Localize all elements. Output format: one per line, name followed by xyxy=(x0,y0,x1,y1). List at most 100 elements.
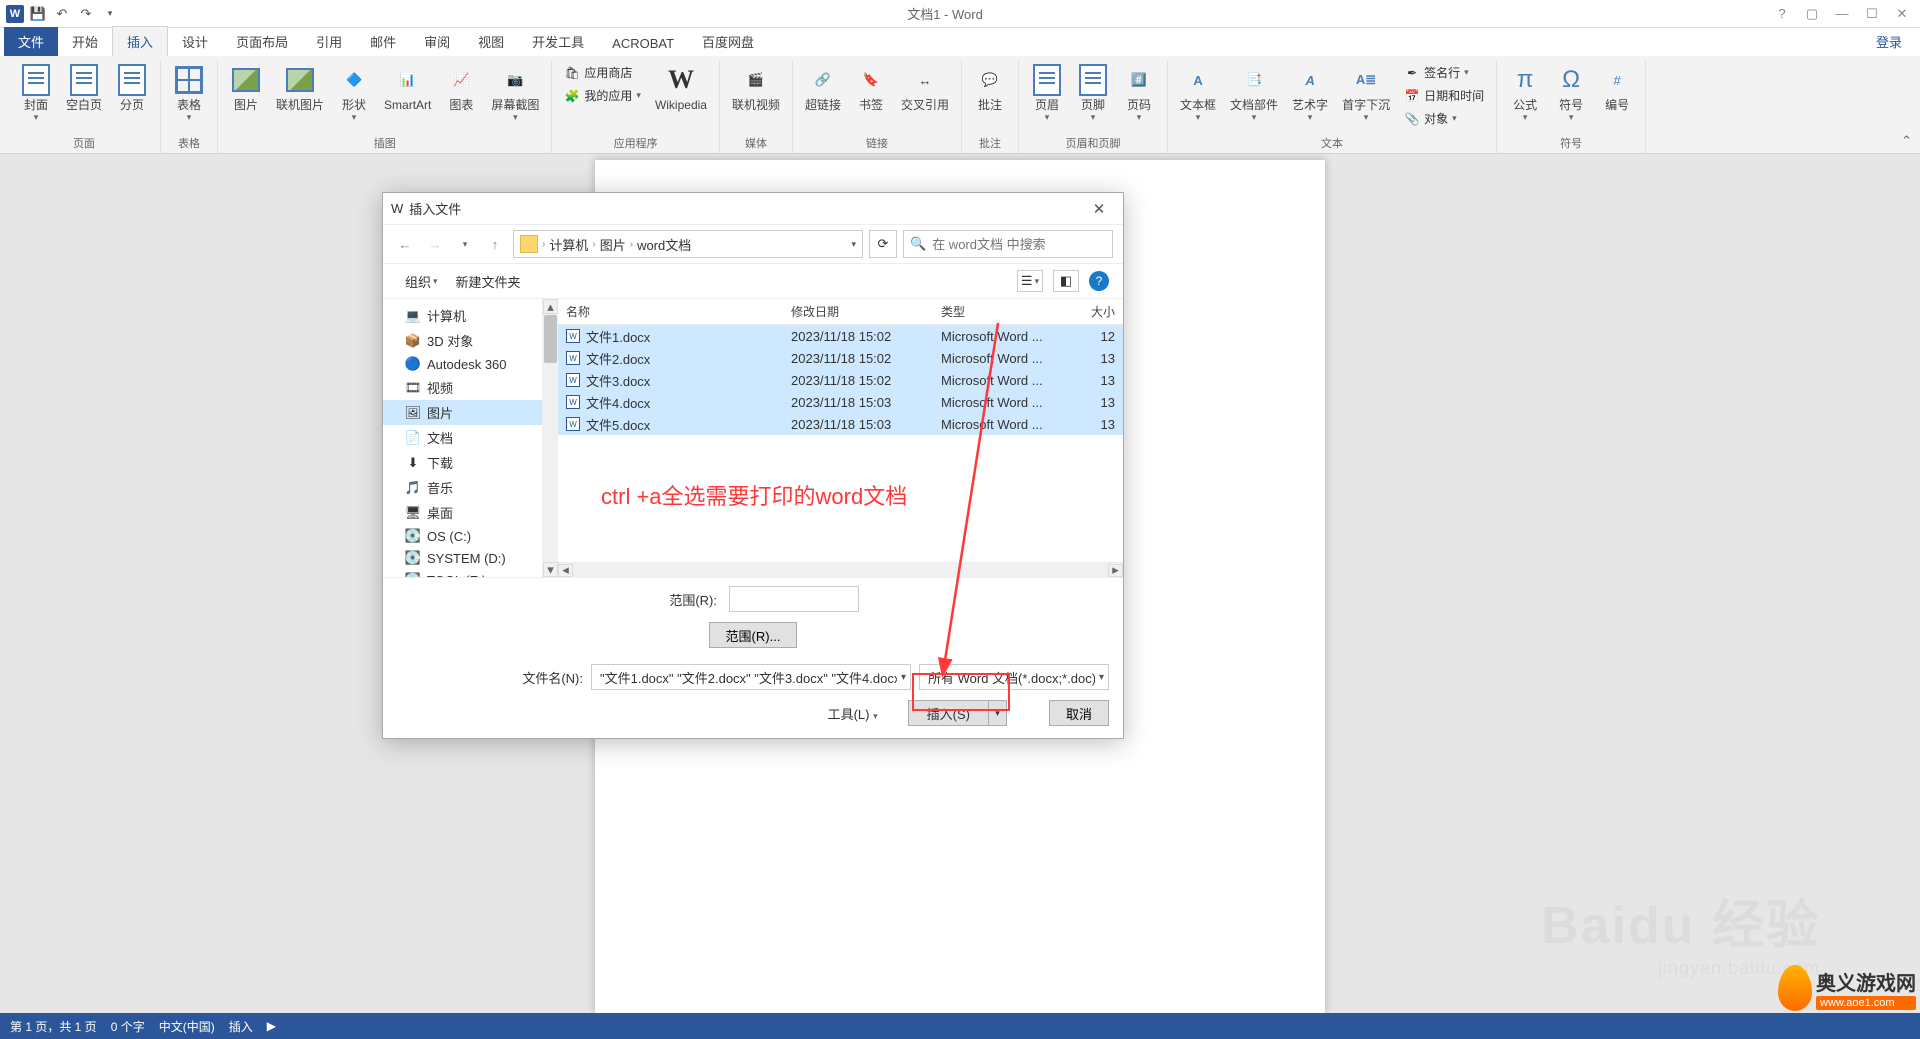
hyperlink-button[interactable]: 🔗超链接 xyxy=(799,60,847,116)
nav-back-icon[interactable]: ← xyxy=(393,232,417,256)
search-input[interactable] xyxy=(932,237,1108,252)
shapes-button[interactable]: 🔷形状▾ xyxy=(332,60,376,127)
smartart-button[interactable]: 📊SmartArt xyxy=(378,60,437,116)
range-button[interactable]: 范围(R)... xyxy=(709,622,798,648)
tree-item[interactable]: 💻计算机 xyxy=(383,303,542,328)
undo-icon[interactable]: ↶ xyxy=(52,4,72,24)
signature-line-button[interactable]: ✒签名行▾ xyxy=(1400,62,1488,83)
tree-item[interactable]: 🎵音乐 xyxy=(383,475,542,500)
scroll-down-icon[interactable]: ▾ xyxy=(543,562,558,577)
table-button[interactable]: 表格▾ xyxy=(167,60,211,127)
breadcrumb[interactable]: ›计算机 ›图片 ›word文档 ▾ xyxy=(513,230,863,258)
dialog-close-icon[interactable]: ✕ xyxy=(1083,195,1115,223)
chart-button[interactable]: 📈图表 xyxy=(439,60,483,116)
status-page[interactable]: 第 1 页，共 1 页 xyxy=(10,1018,97,1035)
close-icon[interactable]: ✕ xyxy=(1888,4,1916,24)
col-type-header[interactable]: 类型 xyxy=(933,303,1073,320)
nav-up-icon[interactable]: ↑ xyxy=(483,232,507,256)
col-name-header[interactable]: 名称 xyxy=(558,303,783,320)
date-time-button[interactable]: 📅日期和时间 xyxy=(1400,85,1488,106)
search-box[interactable]: 🔍 xyxy=(903,230,1113,258)
hscroll-right-icon[interactable]: ▸ xyxy=(1108,564,1123,577)
collapse-ribbon-icon[interactable]: ⌃ xyxy=(1901,133,1912,149)
file-row[interactable]: W文件5.docx2023/11/18 15:03Microsoft Word … xyxy=(558,413,1123,435)
tree-item[interactable]: 💽TOOL (E:) xyxy=(383,569,542,577)
tab-references[interactable]: 引用 xyxy=(302,27,356,56)
qat-customize-icon[interactable]: ▾ xyxy=(100,4,120,24)
redo-icon[interactable]: ↷ xyxy=(76,4,96,24)
status-mode[interactable]: 插入 xyxy=(229,1018,253,1035)
insert-split-button[interactable]: 插入(S) ▾ xyxy=(908,700,1007,726)
tab-mailings[interactable]: 邮件 xyxy=(356,27,410,56)
tree-item[interactable]: 📦3D 对象 xyxy=(383,328,542,353)
scroll-thumb[interactable] xyxy=(544,315,557,363)
online-picture-button[interactable]: 联机图片 xyxy=(270,60,330,116)
tab-file[interactable]: 文件 xyxy=(4,27,58,56)
refresh-icon[interactable]: ⟳ xyxy=(869,230,897,258)
hscroll-left-icon[interactable]: ◂ xyxy=(558,564,573,577)
folder-tree[interactable]: 💻计算机📦3D 对象🔵Autodesk 360🎞视频🖼图片📄文档⬇下载🎵音乐🖥桌… xyxy=(383,299,543,577)
tab-view[interactable]: 视图 xyxy=(464,27,518,56)
tools-menu[interactable]: 工具(L) ▾ xyxy=(828,704,878,723)
preview-pane-icon[interactable]: ◧ xyxy=(1053,270,1079,292)
footer-button[interactable]: 页脚▾ xyxy=(1071,60,1115,127)
save-icon[interactable]: 💾 xyxy=(28,4,48,24)
picture-button[interactable]: 图片 xyxy=(224,60,268,116)
col-date-header[interactable]: 修改日期 xyxy=(783,303,933,320)
file-row[interactable]: W文件1.docx2023/11/18 15:02Microsoft Word … xyxy=(558,325,1123,347)
tab-baidu[interactable]: 百度网盘 xyxy=(688,27,768,56)
status-macro-icon[interactable]: ▶ xyxy=(267,1019,276,1033)
filename-combo[interactable]: "文件1.docx" "文件2.docx" "文件3.docx" "文件4.do… xyxy=(591,664,911,690)
login-link[interactable]: 登录 xyxy=(1862,27,1916,56)
page-break-button[interactable]: 分页 xyxy=(110,60,154,116)
object-button[interactable]: 📎对象▾ xyxy=(1400,108,1488,129)
tab-layout[interactable]: 页面布局 xyxy=(222,27,302,56)
screenshot-button[interactable]: 📷屏幕截图▾ xyxy=(485,60,545,127)
blank-page-button[interactable]: 空白页 xyxy=(60,60,108,116)
wordart-button[interactable]: A艺术字▾ xyxy=(1286,60,1334,127)
tree-item[interactable]: 🖥桌面 xyxy=(383,500,542,525)
scroll-up-icon[interactable]: ▴ xyxy=(543,299,558,314)
cover-page-button[interactable]: 封面▾ xyxy=(14,60,58,127)
online-video-button[interactable]: 🎬联机视频 xyxy=(726,60,786,116)
dialog-help-icon[interactable]: ? xyxy=(1089,271,1109,291)
cancel-button[interactable]: 取消 xyxy=(1049,700,1109,726)
insert-button[interactable]: 插入(S) xyxy=(908,700,989,726)
doc-parts-button[interactable]: 📑文档部件▾ xyxy=(1224,60,1284,127)
comment-button[interactable]: 💬批注 xyxy=(968,60,1012,116)
new-folder-button[interactable]: 新建文件夹 xyxy=(456,272,521,291)
nav-forward-icon[interactable]: → xyxy=(423,232,447,256)
dropcap-button[interactable]: A≣首字下沉▾ xyxy=(1336,60,1396,127)
ribbon-options-icon[interactable]: ▢ xyxy=(1798,4,1826,24)
crossref-button[interactable]: ↔交叉引用 xyxy=(895,60,955,116)
insert-dropdown-icon[interactable]: ▾ xyxy=(989,700,1007,726)
tab-review[interactable]: 审阅 xyxy=(410,27,464,56)
status-words[interactable]: 0 个字 xyxy=(111,1018,145,1035)
textbox-button[interactable]: A文本框▾ xyxy=(1174,60,1222,127)
organize-menu[interactable]: 组织▾ xyxy=(405,272,438,291)
range-input[interactable] xyxy=(729,586,859,612)
nav-history-icon[interactable]: ▾ xyxy=(453,232,477,256)
col-size-header[interactable]: 大小 xyxy=(1073,303,1123,320)
tab-acrobat[interactable]: ACROBAT xyxy=(598,31,688,56)
tree-item[interactable]: 💽OS (C:) xyxy=(383,525,542,547)
app-store-button[interactable]: 🛍应用商店 xyxy=(560,62,645,83)
file-row[interactable]: W文件3.docx2023/11/18 15:02Microsoft Word … xyxy=(558,369,1123,391)
tree-item[interactable]: 🎞视频 xyxy=(383,375,542,400)
file-list-hscroll[interactable]: ◂ ▸ xyxy=(558,562,1123,577)
wikipedia-button[interactable]: WWikipedia xyxy=(649,60,713,116)
tab-insert[interactable]: 插入 xyxy=(112,26,168,56)
tree-item[interactable]: ⬇下载 xyxy=(383,450,542,475)
header-button[interactable]: 页眉▾ xyxy=(1025,60,1069,127)
view-mode-icon[interactable]: ☰▾ xyxy=(1017,270,1043,292)
file-row[interactable]: W文件2.docx2023/11/18 15:02Microsoft Word … xyxy=(558,347,1123,369)
tree-item[interactable]: 🔵Autodesk 360 xyxy=(383,353,542,375)
tree-item[interactable]: 💽SYSTEM (D:) xyxy=(383,547,542,569)
status-lang[interactable]: 中文(中国) xyxy=(159,1018,215,1035)
maximize-icon[interactable]: ☐ xyxy=(1858,4,1886,24)
minimize-icon[interactable]: — xyxy=(1828,4,1856,24)
tree-scrollbar[interactable]: ▴ ▾ xyxy=(543,299,558,577)
tab-design[interactable]: 设计 xyxy=(168,27,222,56)
bookmark-button[interactable]: 🔖书签 xyxy=(849,60,893,116)
tree-item[interactable]: 📄文档 xyxy=(383,425,542,450)
